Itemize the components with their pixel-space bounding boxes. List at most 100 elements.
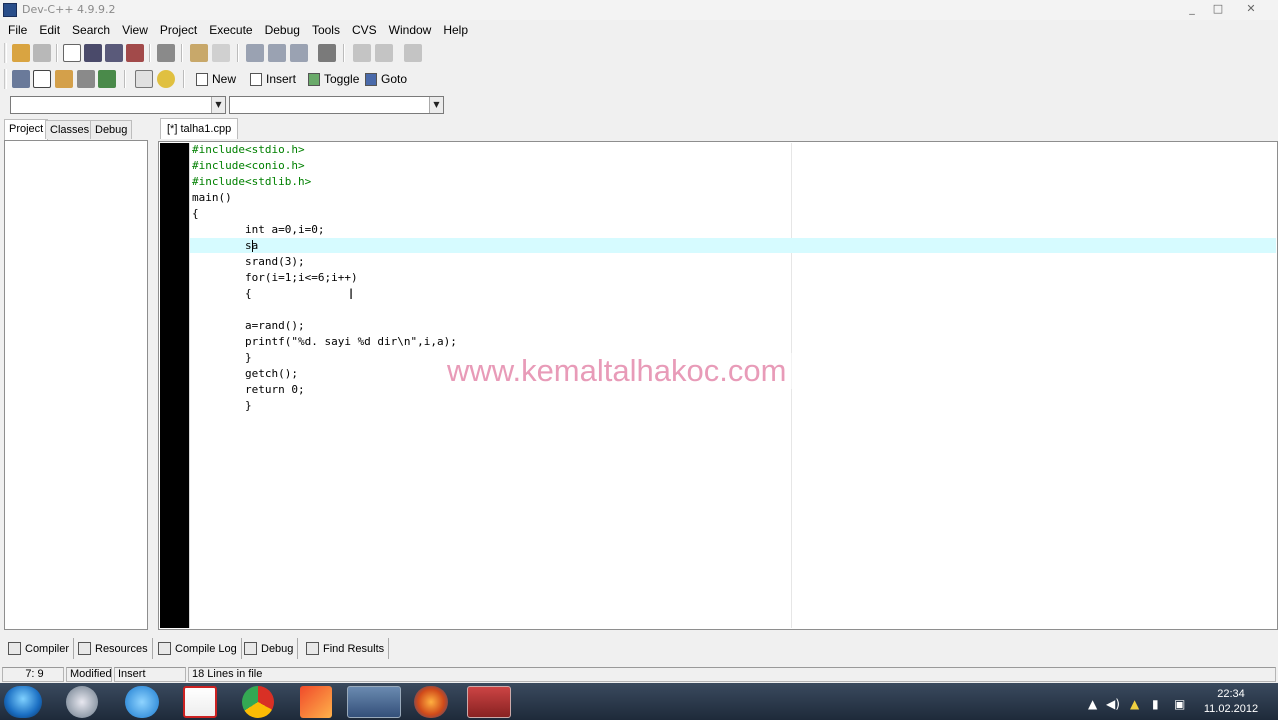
menu-edit[interactable]: Edit	[33, 20, 66, 40]
tray-arrow-icon[interactable]: ▲	[1088, 697, 1097, 711]
save-icon[interactable]	[84, 44, 102, 62]
tab-classes[interactable]: Classes	[45, 120, 95, 139]
chrome-icon[interactable]	[242, 686, 274, 718]
tab-compile-log[interactable]: Compile Log	[154, 638, 242, 659]
compile-icon[interactable]	[12, 70, 30, 88]
member-dropdown[interactable]: ▼	[229, 96, 444, 114]
gmail-icon[interactable]	[183, 686, 217, 718]
power-icon[interactable]: ▣	[1174, 697, 1185, 711]
help-icon[interactable]	[135, 70, 153, 88]
check-syntax-icon[interactable]	[98, 70, 116, 88]
find-icon[interactable]	[246, 44, 264, 62]
chevron-down-icon[interactable]: ▼	[211, 97, 225, 113]
replace-icon[interactable]	[268, 44, 286, 62]
modified-indicator: Modified	[66, 667, 112, 682]
forward-icon[interactable]	[375, 44, 393, 62]
project-browser[interactable]	[4, 140, 148, 630]
maximize-button[interactable]: □	[1206, 1, 1230, 17]
clock-date: 11.02.2012	[1203, 703, 1259, 715]
close-button[interactable]: ✕	[1234, 1, 1268, 17]
find-results-icon	[306, 642, 319, 655]
editor-gutter[interactable]	[160, 143, 189, 628]
ibeam-cursor-icon: I	[349, 287, 354, 303]
resources-icon	[78, 642, 91, 655]
devcpp-taskbar-button[interactable]	[347, 686, 401, 718]
back-icon[interactable]	[353, 44, 371, 62]
line-count: 18 Lines in file	[188, 667, 1276, 682]
menu-help[interactable]: Help	[437, 20, 474, 40]
matlab-icon[interactable]	[300, 686, 332, 718]
menu-tools[interactable]: Tools	[306, 20, 346, 40]
taskbar-clock[interactable]: 22:34 11.02.2012	[1190, 687, 1272, 717]
toolbar-separator	[183, 70, 185, 88]
compile-log-icon	[158, 642, 171, 655]
menu-debug[interactable]: Debug	[259, 20, 306, 40]
network-icon[interactable]: ▮	[1152, 697, 1159, 711]
menu-search[interactable]: Search	[66, 20, 116, 40]
firefox-icon[interactable]	[414, 686, 448, 718]
toolbar-separator	[56, 44, 58, 62]
new-class-button[interactable]: New	[196, 70, 236, 88]
tab-debug[interactable]: Debug	[90, 120, 133, 139]
open-file-icon[interactable]	[33, 44, 51, 62]
start-button[interactable]	[4, 686, 42, 718]
toolbar-grip[interactable]	[4, 69, 7, 89]
volume-icon[interactable]: ◀)	[1106, 697, 1120, 711]
save-all-icon[interactable]	[105, 44, 123, 62]
menu-bar: File Edit Search View Project Execute De…	[0, 20, 1278, 40]
tab-compiler[interactable]: Compiler	[4, 638, 75, 659]
rebuild-icon[interactable]	[77, 70, 95, 88]
code-line: #include<stdlib.h>	[192, 175, 312, 188]
compile-toolbar: New Insert Toggle Goto	[0, 66, 1278, 92]
open-project-icon[interactable]	[12, 44, 30, 62]
code-line: for(i=1;i<=6;i++)	[192, 271, 358, 284]
warning-icon[interactable]: ▲	[1130, 697, 1139, 711]
code-line: getch();	[192, 367, 298, 380]
menu-view[interactable]: View	[116, 20, 154, 40]
toggle-bookmark-icon	[308, 72, 320, 86]
menu-cvs[interactable]: CVS	[346, 20, 383, 40]
undo-icon[interactable]	[190, 44, 208, 62]
menu-file[interactable]: File	[2, 20, 33, 40]
tab-find-results[interactable]: Find Results	[302, 638, 390, 659]
run-icon[interactable]	[33, 70, 51, 88]
find-next-icon[interactable]	[290, 44, 308, 62]
code-line: }	[192, 399, 252, 412]
menu-project[interactable]: Project	[154, 20, 203, 40]
toolbar-grip[interactable]	[4, 43, 7, 63]
media-player-icon[interactable]	[66, 686, 98, 718]
toolbar-separator	[237, 44, 239, 62]
gsm-app-icon[interactable]	[467, 686, 511, 718]
toolbar-separator	[124, 70, 126, 88]
compile-run-icon[interactable]	[55, 70, 73, 88]
goto-line-icon[interactable]	[318, 44, 336, 62]
about-icon[interactable]	[157, 70, 175, 88]
chevron-down-icon[interactable]: ▼	[429, 97, 443, 113]
goto-button[interactable]: Goto	[365, 70, 407, 88]
print-icon[interactable]	[157, 44, 175, 62]
redo-icon[interactable]	[212, 44, 230, 62]
insert-icon	[250, 72, 262, 86]
internet-explorer-icon[interactable]	[125, 686, 159, 718]
tab-talha1-cpp[interactable]: [*] talha1.cpp	[160, 118, 239, 139]
code-line: return 0;	[192, 383, 305, 396]
tab-debug-output[interactable]: Debug	[240, 638, 299, 659]
insert-button[interactable]: Insert	[250, 70, 296, 88]
code-line: }	[192, 351, 252, 364]
minimize-button[interactable]: _	[1180, 1, 1204, 17]
tab-resources[interactable]: Resources	[74, 638, 153, 659]
compiler-icon	[8, 642, 21, 655]
code-text[interactable]: #include<stdio.h> #include<conio.h> #inc…	[192, 142, 457, 414]
close-file-icon[interactable]	[126, 44, 144, 62]
toggle-button[interactable]: Toggle	[308, 70, 359, 88]
insert-mode: Insert	[114, 667, 186, 682]
class-dropdown[interactable]: ▼	[10, 96, 226, 114]
cursor-position: 7: 9	[2, 667, 64, 682]
menu-execute[interactable]: Execute	[203, 20, 258, 40]
bookmark-icon[interactable]	[404, 44, 422, 62]
new-file-icon[interactable]	[63, 44, 81, 62]
code-line: {	[192, 287, 252, 300]
tab-project[interactable]: Project	[4, 119, 49, 140]
menu-window[interactable]: Window	[383, 20, 438, 40]
